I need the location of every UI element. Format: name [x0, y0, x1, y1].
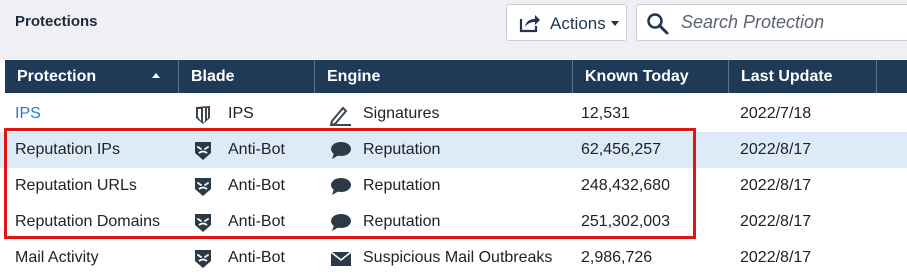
last-update: 2022/8/17 [740, 141, 812, 158]
column-header-protection[interactable]: Protection [5, 60, 179, 93]
blade-name: Anti-Bot [228, 177, 285, 194]
known-today: 251,302,003 [581, 213, 670, 230]
actions-label: Actions [550, 14, 606, 33]
speech-bubble-icon [329, 212, 353, 234]
protection-name: Mail Activity [15, 249, 99, 266]
table-row[interactable]: Mail Activity Anti-Bot Suspicious Mail O… [0, 240, 907, 276]
table-header: Protection Blade Engine Known Today Last… [5, 60, 907, 93]
table-row[interactable]: Reputation Domains Anti-Bot Reputation 2… [0, 204, 907, 240]
anti-bot-shield-icon [192, 212, 216, 234]
ips-shield-icon [192, 104, 216, 126]
engine-name: Suspicious Mail Outbreaks [363, 249, 553, 266]
column-header-blade[interactable]: Blade [179, 60, 315, 93]
last-update: 2022/7/18 [740, 105, 812, 122]
known-today: 12,531 [581, 105, 630, 122]
protection-name: Reputation URLs [15, 177, 137, 194]
search-icon [646, 12, 670, 41]
table-row[interactable]: Reputation URLs Anti-Bot Reputation 248,… [0, 168, 907, 204]
column-header-label: Last Update [741, 68, 833, 85]
share-export-icon [519, 13, 541, 38]
known-today: 2,986,726 [581, 249, 653, 266]
protection-link[interactable]: IPS [15, 96, 41, 132]
envelope-icon [329, 248, 353, 270]
blade-name: Anti-Bot [228, 249, 285, 266]
known-today: 62,456,257 [581, 141, 662, 158]
search-input[interactable] [681, 10, 901, 34]
chevron-down-icon [611, 21, 619, 26]
known-today: 248,432,680 [581, 177, 670, 194]
last-update: 2022/8/17 [740, 213, 812, 230]
protection-name: Reputation Domains [15, 213, 160, 230]
pen-ruler-icon [329, 104, 353, 127]
last-update: 2022/8/17 [740, 177, 812, 194]
anti-bot-shield-icon [192, 140, 216, 162]
speech-bubble-icon [329, 140, 353, 162]
search-box [636, 4, 907, 41]
toolbar: Protections Actions [0, 0, 907, 59]
column-header-label: Blade [191, 68, 235, 85]
last-update: 2022/8/17 [740, 249, 812, 266]
engine-name: Reputation [363, 213, 441, 230]
column-header-last-update[interactable]: Last Update [729, 60, 877, 93]
protection-name: Reputation IPs [15, 141, 120, 158]
blade-name: IPS [228, 105, 254, 122]
table-row[interactable]: IPS IPS Signatures 12,531 2022/7/18 [0, 96, 907, 132]
column-header-label: Protection [17, 68, 97, 85]
column-header-engine[interactable]: Engine [315, 60, 573, 93]
sort-ascending-icon [152, 73, 160, 78]
engine-name: Reputation [363, 177, 441, 194]
blade-name: Anti-Bot [228, 213, 285, 230]
engine-name: Reputation [363, 141, 441, 158]
column-header-label: Engine [327, 68, 381, 85]
anti-bot-shield-icon [192, 248, 216, 270]
engine-name: Signatures [363, 105, 440, 122]
anti-bot-shield-icon [192, 176, 216, 198]
speech-bubble-icon [329, 176, 353, 198]
table-row-selected[interactable]: Reputation IPs Anti-Bot Reputation 62,45… [0, 132, 907, 168]
column-header-known-today[interactable]: Known Today [573, 60, 729, 93]
blade-name: Anti-Bot [228, 141, 285, 158]
page-title: Protections [15, 13, 98, 30]
column-header-label: Known Today [585, 68, 689, 85]
actions-button[interactable]: Actions [506, 4, 627, 41]
